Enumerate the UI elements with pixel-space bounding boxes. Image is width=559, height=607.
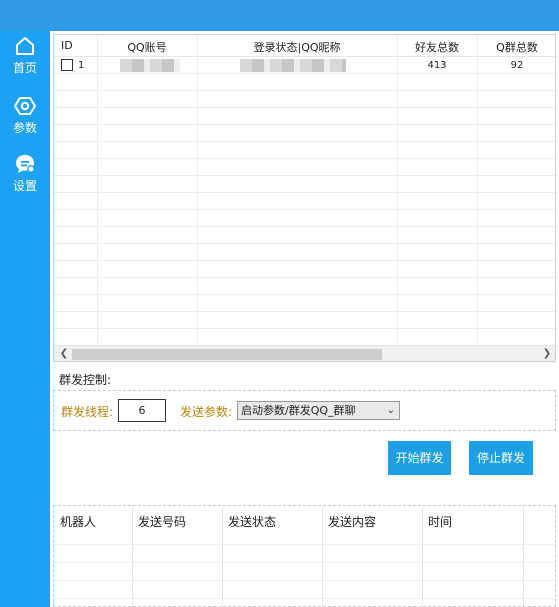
- table-row-empty: [54, 227, 555, 244]
- table-row-empty: [54, 176, 555, 193]
- table-row-empty: [54, 74, 555, 91]
- column-divider: [132, 506, 133, 606]
- nav-settings-label: 设置: [12, 179, 37, 193]
- redacted-nickname: [240, 59, 346, 72]
- chat-settings-icon: [16, 155, 35, 173]
- table-row-empty: [54, 261, 555, 278]
- log-header-time[interactable]: 时间: [428, 513, 452, 530]
- header-groups[interactable]: Q群总数: [478, 39, 555, 55]
- params-select-value: 启动参数/群发QQ_群聊: [241, 404, 356, 417]
- params-label: 发送参数:: [180, 405, 233, 419]
- sidebar: 首页 参数 设置: [0, 31, 50, 607]
- table-row-empty: [54, 142, 555, 159]
- table-row-empty: [54, 278, 555, 295]
- table-row[interactable]: 1 413 92: [54, 57, 555, 74]
- log-header-number[interactable]: 发送号码: [138, 513, 186, 530]
- scroll-thumb[interactable]: [72, 349, 382, 360]
- settings-hex-icon: [14, 97, 36, 115]
- threads-label: 群发线程:: [61, 405, 114, 419]
- table-row-empty: [54, 193, 555, 210]
- chevron-down-icon: ⌄: [386, 405, 395, 416]
- row-groups: 92: [510, 60, 524, 71]
- column-divider: [322, 506, 323, 606]
- threads-input[interactable]: 6: [118, 399, 166, 422]
- row-friends: 413: [427, 60, 447, 71]
- horizontal-scrollbar[interactable]: ❮ ❯: [54, 345, 555, 361]
- scroll-left-icon[interactable]: ❮: [56, 347, 72, 361]
- row-checkbox[interactable]: [61, 59, 73, 71]
- row-divider: [54, 580, 555, 581]
- header-id[interactable]: ID: [61, 39, 73, 52]
- table-row-empty: [54, 125, 555, 142]
- table-row-empty: [54, 108, 555, 125]
- nav-params[interactable]: 参数: [0, 91, 50, 143]
- header-qq[interactable]: QQ账号: [98, 39, 196, 55]
- column-divider: [222, 506, 223, 606]
- scroll-right-icon[interactable]: ❯: [539, 347, 555, 361]
- table-row-empty: [54, 312, 555, 329]
- home-icon: [16, 37, 34, 55]
- redacted-qq-number: [120, 59, 180, 72]
- main-panel: ID QQ账号 登录状态|QQ昵称 好友总数 Q群总数 1 413 92 ❮ ❯…: [50, 31, 559, 607]
- header-status[interactable]: 登录状态|QQ昵称: [198, 39, 396, 55]
- log-grid: 机器人 发送号码 发送状态 发送内容 时间: [53, 505, 556, 607]
- log-header-status[interactable]: 发送状态: [228, 513, 276, 530]
- log-header-content[interactable]: 发送内容: [328, 513, 376, 530]
- accounts-grid: ID QQ账号 登录状态|QQ昵称 好友总数 Q群总数 1 413 92 ❮ ❯: [53, 34, 556, 362]
- column-divider: [523, 506, 524, 606]
- table-row-empty: [54, 244, 555, 261]
- table-row-empty: [54, 159, 555, 176]
- table-row-empty: [54, 329, 555, 346]
- nav-home-label: 首页: [12, 61, 37, 75]
- table-row-empty: [54, 91, 555, 108]
- control-panel: 群发线程: 6 发送参数: 启动参数/群发QQ_群聊 ⌄: [53, 390, 556, 431]
- row-divider: [54, 544, 555, 545]
- table-row-empty: [54, 295, 555, 312]
- row-divider: [54, 598, 555, 599]
- nav-params-label: 参数: [12, 121, 37, 135]
- control-section-title: 群发控制:: [59, 373, 112, 387]
- table-row-empty: [54, 210, 555, 227]
- accounts-grid-header: ID QQ账号 登录状态|QQ昵称 好友总数 Q群总数: [54, 35, 555, 57]
- row-divider: [54, 562, 555, 563]
- row-id: 1: [78, 60, 85, 71]
- title-bar: [0, 0, 559, 31]
- header-friends[interactable]: 好友总数: [398, 39, 476, 55]
- nav-home[interactable]: 首页: [0, 31, 50, 83]
- log-header-robot[interactable]: 机器人: [60, 513, 96, 530]
- column-divider: [422, 506, 423, 606]
- params-select[interactable]: 启动参数/群发QQ_群聊 ⌄: [237, 401, 400, 420]
- nav-settings[interactable]: 设置: [0, 149, 50, 201]
- start-button[interactable]: 开始群发: [388, 441, 451, 475]
- stop-button[interactable]: 停止群发: [469, 441, 533, 475]
